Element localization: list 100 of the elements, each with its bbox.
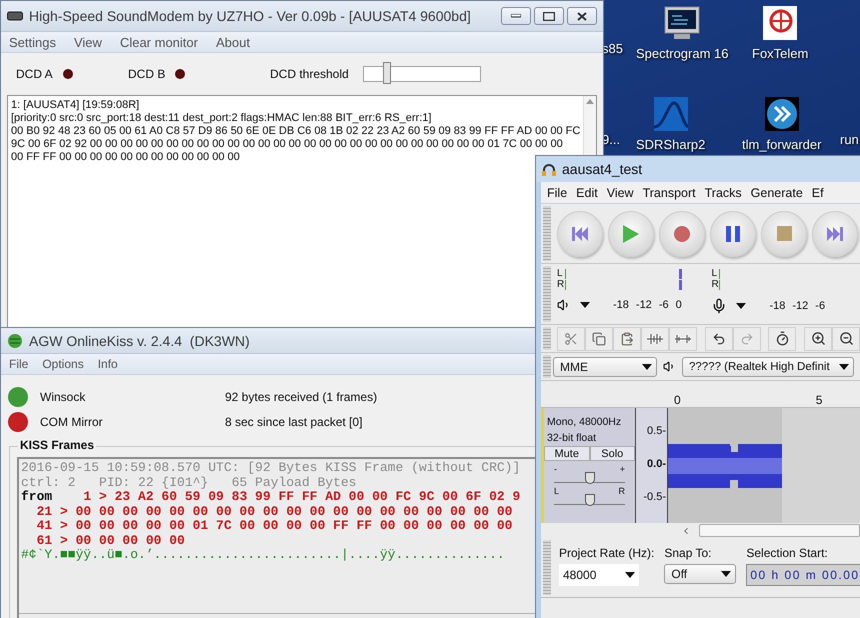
- toolbar-grip[interactable]: [543, 327, 551, 350]
- caret-icon: [642, 364, 652, 370]
- monitor-line: 9C 00 6F 02 92 00 00 00 00 00 00 00 00 00 00 00 00 00 00 00 00 00 00 00 00 00 00 00 00 00 00 01 7C 00 00 00: [11, 138, 564, 151]
- copy-button[interactable]: [585, 326, 613, 350]
- desktop-icon-label[interactable]: FoxTelem: [752, 46, 808, 61]
- microphone-icon: [711, 298, 728, 314]
- hex-line: 61 > 00 00 00 00 00: [36, 534, 186, 548]
- menu-item[interactable]: Tracks: [704, 186, 742, 200]
- cut-button[interactable]: [557, 326, 585, 350]
- desktop-icon-label[interactable]: SDRSharp2: [636, 137, 706, 152]
- toolbar-grip[interactable]: [543, 266, 551, 322]
- scroll-up-icon[interactable]: [586, 99, 594, 104]
- toolbar-grip[interactable]: [543, 355, 551, 378]
- zoom-in-button[interactable]: [804, 326, 832, 350]
- field-label: Project Rate (Hz):: [559, 546, 654, 560]
- menu-item[interactable]: View: [74, 34, 102, 50]
- slider-end-label: L: [554, 487, 560, 496]
- menu-item[interactable]: Edit: [576, 186, 598, 200]
- close-icon: [577, 12, 587, 20]
- slider-thumb[interactable]: [584, 472, 594, 484]
- meter-scale-label: -6: [815, 300, 826, 312]
- channel-label: R: [711, 280, 720, 290]
- zoom-out-button[interactable]: [832, 326, 860, 350]
- group-title: KISS Frames: [18, 438, 96, 452]
- frame-header: ctrl: 2 PID: 22 {I01^} 65 Payload Bytes: [21, 476, 358, 490]
- slider-thumb[interactable]: [584, 494, 594, 506]
- menu-item[interactable]: Settings: [9, 34, 56, 50]
- slider-thumb[interactable]: [382, 62, 391, 84]
- horizontal-scrollbar[interactable]: [699, 524, 860, 537]
- silence-button[interactable]: [669, 326, 697, 350]
- toolbar-grip[interactable]: [543, 206, 551, 261]
- monitor-line: 00 B0 92 48 23 60 05 00 61 A0 C8 57 D9 86 50 6E 0E DB C6 08 1B 02 22 23 A2 60 59 09 83 99 FF FF AD 00 00 FC: [11, 125, 580, 138]
- transport-button[interactable]: [812, 210, 858, 256]
- menu-item[interactable]: Options: [42, 357, 84, 371]
- menu-item[interactable]: Clear monitor: [120, 34, 198, 50]
- track-info: Mono, 48000Hz: [546, 415, 622, 430]
- minimize-icon: [511, 14, 521, 18]
- minimize-button[interactable]: [501, 7, 531, 25]
- stop-icon: [776, 226, 792, 241]
- transport-button[interactable]: [710, 210, 756, 256]
- status-label: COM Mirror: [39, 415, 104, 429]
- desktop-icon-label[interactable]: tlm_forwarder: [742, 137, 822, 152]
- speaker-icon: [663, 360, 676, 373]
- ascii-line: #¢`Y.■■ÿÿ..ü■.o.’........................|....ÿÿ..............: [21, 548, 506, 562]
- output-device-select[interactable]: ????? (Realtek High Definit: [682, 356, 854, 376]
- silence-icon: [675, 332, 691, 344]
- slider-end-label: +: [620, 465, 625, 474]
- pause-icon: [726, 226, 740, 242]
- copy-icon: [592, 332, 606, 346]
- field-label: Selection Start:: [746, 546, 829, 560]
- monitor-line: 00 FF FF 00 00 00 00 00 00 00 00 00 00 00 00: [11, 151, 241, 164]
- channel-label: L: [557, 268, 564, 278]
- headphones-icon: [542, 162, 556, 176]
- device-icon: [7, 11, 23, 21]
- meter-scale-label: -12: [636, 299, 652, 311]
- monitor-line: 1: [AUUSAT4] [19:59:08R]: [11, 99, 140, 112]
- menu-item[interactable]: File: [547, 186, 568, 200]
- mute-button[interactable]: Mute: [544, 446, 590, 461]
- status-info: 92 bytes received (1 frames): [224, 390, 378, 404]
- desktop-icon-label[interactable]: Spectrogram 16: [636, 46, 728, 61]
- caret-icon: [839, 364, 849, 370]
- menu-item[interactable]: Info: [98, 357, 118, 371]
- transport-button[interactable]: [557, 210, 603, 256]
- status-info: 8 sec since last packet [0]: [224, 415, 364, 429]
- project-rate-select[interactable]: 48000: [559, 564, 639, 586]
- axis-label: 0.0-: [647, 458, 666, 470]
- stopwatch-icon: [774, 331, 790, 346]
- menu-item[interactable]: About: [216, 34, 250, 50]
- solo-button[interactable]: Solo: [590, 446, 635, 461]
- trim-button[interactable]: [641, 326, 669, 350]
- selection-start-field[interactable]: 00 h 00 m 00.00: [746, 564, 860, 586]
- track-info: 32-bit float: [546, 431, 598, 446]
- sync-lock-button[interactable]: [768, 326, 796, 350]
- redo-icon: [740, 332, 754, 346]
- paste-icon: [620, 332, 634, 346]
- meter-scale-label: 0: [676, 299, 682, 311]
- menu-item[interactable]: View: [606, 186, 634, 200]
- menu-item[interactable]: Transport: [642, 186, 696, 200]
- meter-scale-label: -12: [792, 300, 808, 312]
- undo-button[interactable]: [704, 326, 733, 350]
- audio-host-select[interactable]: MME: [553, 356, 657, 376]
- menu-item[interactable]: Ef: [812, 186, 824, 200]
- maximize-button[interactable]: [534, 7, 564, 25]
- channel-label: L: [711, 268, 718, 278]
- hex-line: from 1 > 23 A2 60 59 09 83 99 FF FF AD 00 00 FC 9C 00 6F 02 9: [21, 490, 522, 504]
- desktop-icon-label[interactable]: run: [840, 132, 859, 147]
- meter-scale-label: -18: [769, 300, 786, 312]
- snap-to-select[interactable]: Off: [664, 564, 736, 584]
- status-label: Winsock: [39, 390, 86, 404]
- toolbar-grip[interactable]: [543, 540, 551, 595]
- menu-item[interactable]: File: [9, 357, 28, 371]
- record-icon: [673, 224, 691, 242]
- play-icon: [623, 224, 639, 242]
- transport-button[interactable]: [659, 210, 705, 256]
- paste-button[interactable]: [613, 326, 641, 350]
- close-button[interactable]: [567, 7, 597, 25]
- caret-icon: [721, 571, 732, 577]
- menu-item[interactable]: Generate: [750, 186, 803, 200]
- zoom-in-icon: [810, 331, 826, 346]
- hex-line: 21 > 00 00 00 00 00 00 00 00 00 00 00 00 00 00 00 00 00 00 00: [36, 504, 514, 519]
